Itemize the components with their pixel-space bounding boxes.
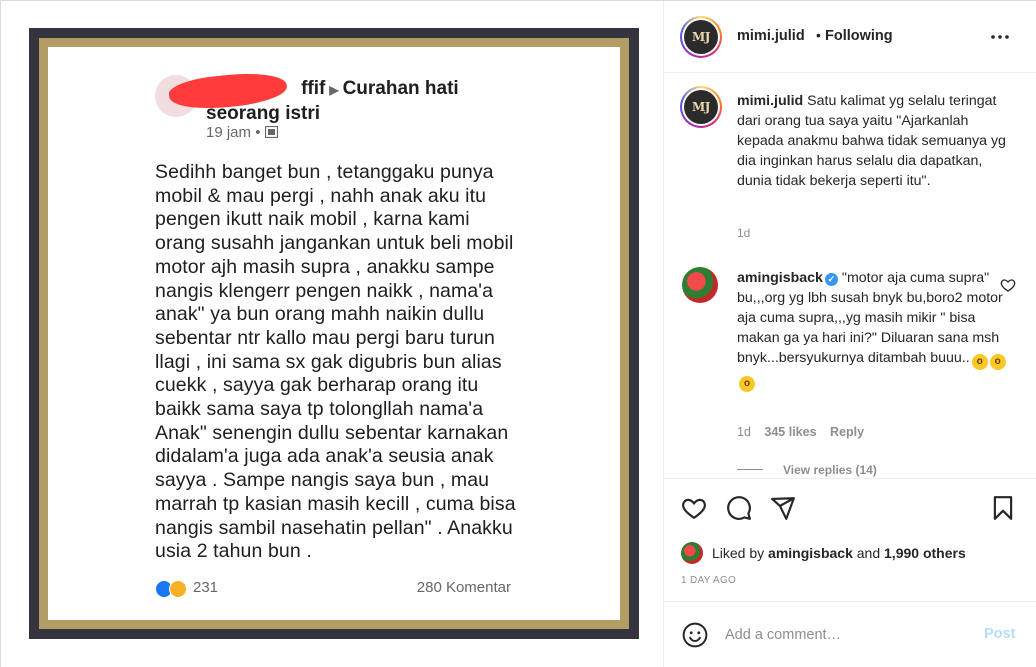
fb-post-body: Sedihh banget bun , tetanggaku punya mob… [155,161,516,563]
commenter-avatar[interactable] [682,267,718,303]
caption-username[interactable]: mimi.julid [737,93,803,109]
fb-comment-count: 280 Komentar [416,579,511,596]
surprised-emoji-icon: o [739,376,755,392]
view-replies-button[interactable]: View replies (14) [737,463,877,477]
fb-reactions [155,579,191,599]
commenter-username[interactable]: amingisback [737,270,823,286]
caption-timestamp[interactable]: 1d [737,226,750,240]
post-media[interactable]: damffif▶Curahan hati seorang istri 19 ja… [1,1,664,667]
following-button[interactable]: Following [825,28,893,44]
comment-timestamp[interactable]: 1d [737,425,751,439]
header-separator: • [816,27,821,43]
album-icon [264,125,278,139]
surprised-emoji-icon: o [971,354,988,370]
post-caption: mimi.julid Satu kalimat yg selalu tering… [737,91,1007,191]
liker-avatar[interactable] [681,542,703,564]
replies-divider [737,469,763,470]
reply-button[interactable]: Reply [830,425,864,439]
liked-by-username[interactable]: amingisback [768,545,853,561]
sad-reaction-icon [169,580,187,598]
more-horizontal-icon [991,35,1009,39]
comment-input[interactable] [725,624,965,646]
like-heart-icon[interactable] [681,495,707,521]
comment-like-heart-icon[interactable] [1000,277,1016,293]
author-avatar[interactable]: MJ [680,16,722,58]
post-sidebar: MJ mimi.julid • Following MJ mimi.julid … [664,1,1036,667]
post-actions [664,478,1036,536]
author-username[interactable]: mimi.julid [737,28,805,44]
author-avatar-initials: MJ [684,20,718,54]
post-comment-button[interactable]: Post [984,626,1015,642]
post-header: MJ mimi.julid • Following [664,1,1036,73]
fb-post-footer: 231 280 Komentar [155,578,511,600]
comment: amingisback ✓ "motor aja cuma supra" bu,,… [737,268,1007,392]
comment-meta: 1d 345 likes Reply [737,425,874,439]
comment-bubble-icon[interactable] [726,495,752,521]
fb-post-time: 19 jam • [206,124,278,141]
comment-composer: Post [664,601,1036,667]
bookmark-icon[interactable] [990,495,1016,521]
comment-likes[interactable]: 345 likes [764,425,816,439]
post-timestamp[interactable]: 1 DAY AGO [681,575,736,586]
surprised-emoji-icon: o [989,354,1006,370]
fb-reaction-count: 231 [193,579,219,596]
verified-badge-icon: ✓ [824,273,838,286]
share-paper-plane-icon[interactable] [770,495,796,521]
more-options-button[interactable] [986,25,1014,49]
liked-by-others[interactable]: 1,990 others [884,545,966,561]
emoji-smile-icon[interactable] [682,622,708,648]
comments-list[interactable]: MJ mimi.julid Satu kalimat yg selalu ter… [664,74,1036,478]
triangle-right-icon: ▶ [329,83,339,97]
fb-post-header: damffif▶Curahan hati seorang istri [206,78,459,124]
caption-author-avatar[interactable]: MJ [680,86,722,128]
post-dialog: damffif▶Curahan hati seorang istri 19 ja… [0,0,1036,667]
facebook-post-screenshot: damffif▶Curahan hati seorang istri 19 ja… [141,67,525,603]
liked-by-text: Liked by amingisback and 1,990 others [712,545,966,561]
